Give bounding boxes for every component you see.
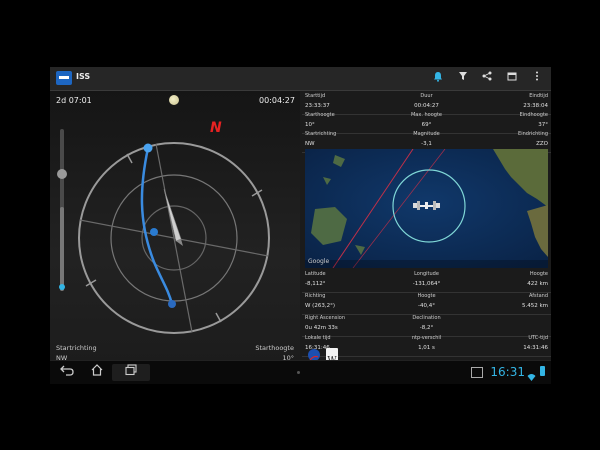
duration-label: Duur [420,93,433,99]
filter-icon[interactable] [456,71,470,85]
app-logo-icon[interactable] [56,71,72,85]
nav-dot [297,371,300,374]
map-canvas [305,149,548,268]
ntp-difference-value: 1,01 s [418,345,435,351]
sky-view-pane: 2d 07:01 00:04:27 N Startrichting NW Sta… [50,91,300,367]
duration-value: 00:04:27 [414,103,439,109]
recent-apps-button[interactable] [112,364,150,381]
home-button[interactable] [82,364,112,381]
gallery-notification-icon[interactable] [471,367,483,378]
declination-value: -8,2° [419,325,434,331]
end-direction-value: ZZO [536,141,548,147]
altitude-value: 422 km [527,281,548,287]
track-end-point [168,300,176,308]
google-logo: Google [308,258,330,265]
detail-row: Richting W (263,2°) Hoogte -40,4° Afstan… [302,291,551,315]
end-time-label: Eindtijd [529,93,548,99]
utc-time-value: 14:31:46 [523,345,548,351]
iss-track-path [140,147,174,305]
system-nav-bar: 16:31 [50,360,551,384]
share-icon[interactable] [480,71,494,85]
elevation-value: -40,4° [418,303,435,309]
track-start-point [143,143,153,153]
bell-icon[interactable] [431,71,445,85]
action-bar: ISS [50,67,551,91]
distance-value: 5.452 km [521,303,548,309]
end-direction-label: Eindrichting [518,131,548,137]
overflow-menu-icon[interactable] [530,71,544,85]
app-title: ISS [76,72,91,81]
magnitude-value: -3,1 [421,141,432,147]
distance-label: Afstand [529,293,548,299]
end-time-value: 23:38:04 [523,103,548,109]
ntp-difference-label: ntp-verschil [411,335,442,341]
battery-icon [540,366,545,376]
end-height-value: 37° [538,122,548,128]
iss-station-icon [413,201,440,210]
start-direction-label: Startrichting [56,344,97,352]
longitude-label: Longitude [414,271,439,277]
detail-row: Lokale tijd 16:31:46 ntp-verschil 1,01 s… [302,333,551,357]
start-height-label: Starthoogte [255,344,294,352]
ground-track-map[interactable]: Google [305,149,548,268]
back-button[interactable] [52,364,82,381]
end-height-label: Eindhoogte [519,112,548,118]
elevation-label: Hoogte [417,293,436,299]
utc-time-label: UTC-tijd [528,335,548,341]
max-height-label: Max. hoogte [410,112,442,118]
wifi-icon [527,367,536,386]
status-clock: 16:31 [490,365,525,379]
calendar-icon[interactable] [505,71,519,85]
pass-details-pane: Starttijd 23:33:37 Duur 00:04:27 Eindtij… [302,91,551,367]
sky-compass [78,142,270,334]
declination-label: Declination [412,315,441,321]
detail-row: Latitude -8,112° Longitude -131,064° Hoo… [302,269,551,293]
altitude-label: Hoogte [529,271,548,277]
longitude-value: -131,064° [412,281,441,287]
max-height-value: 69° [421,122,432,128]
iss-position-point [150,228,158,236]
north-marker: N [210,120,222,136]
magnitude-label: Magnitude [413,131,440,137]
app-window: ISS 2d 07:01 00:04:27 N Startrichting NW… [50,67,551,383]
